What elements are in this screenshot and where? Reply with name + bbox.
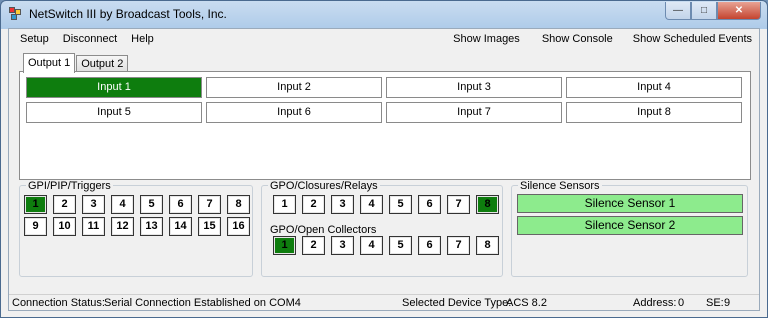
gpi-7-button[interactable]: 7: [198, 195, 221, 214]
gpi-16-button[interactable]: 16: [227, 217, 250, 236]
app-window: NetSwitch III by Broadcast Tools, Inc. —…: [0, 0, 768, 318]
gpi-14-button[interactable]: 14: [169, 217, 192, 236]
input-8-button[interactable]: Input 8: [566, 102, 742, 123]
address-label: Address:: [633, 297, 677, 309]
collector-5-button[interactable]: 5: [389, 236, 412, 255]
gpi-15-button[interactable]: 15: [198, 217, 221, 236]
gpi-10-button[interactable]: 10: [53, 217, 76, 236]
connection-status-label: Connection Status:: [12, 297, 105, 309]
gpi-1-button[interactable]: 1: [24, 195, 47, 214]
silence-sensors-label: Silence Sensors: [518, 180, 602, 192]
device-type-label: Selected Device Type:: [402, 297, 512, 309]
title-bar[interactable]: NetSwitch III by Broadcast Tools, Inc. —…: [1, 1, 767, 27]
collector-7-button[interactable]: 7: [447, 236, 470, 255]
window-title: NetSwitch III by Broadcast Tools, Inc.: [29, 7, 227, 21]
gpi-4-button[interactable]: 4: [111, 195, 134, 214]
relay-4-button[interactable]: 4: [360, 195, 383, 214]
app-logo-icon: [9, 7, 23, 21]
collector-6-button[interactable]: 6: [418, 236, 441, 255]
menu-show-scheduled-events[interactable]: Show Scheduled Events: [626, 29, 759, 49]
menu-show-images[interactable]: Show Images: [446, 29, 527, 49]
input-1-button[interactable]: Input 1: [26, 77, 202, 98]
collector-3-button[interactable]: 3: [331, 236, 354, 255]
gpi-3-button[interactable]: 3: [82, 195, 105, 214]
input-6-button[interactable]: Input 6: [206, 102, 382, 123]
gpi-group: GPI/PIP/Triggers 1 2 3 4 5 6 7 8 9 10 11 12 13 14 15 16: [19, 180, 253, 277]
gpi-9-button[interactable]: 9: [24, 217, 47, 236]
gpi-5-button[interactable]: 5: [140, 195, 163, 214]
collectors-group-label: GPO/Open Collectors: [268, 224, 379, 236]
collector-8-button[interactable]: 8: [476, 236, 499, 255]
gpi-13-button[interactable]: 13: [140, 217, 163, 236]
collector-2-button[interactable]: 2: [302, 236, 325, 255]
gpi-8-button[interactable]: 8: [227, 195, 250, 214]
menu-bar: Setup Disconnect Help Show Images Show C…: [9, 29, 759, 49]
relay-7-button[interactable]: 7: [447, 195, 470, 214]
input-4-button[interactable]: Input 4: [566, 77, 742, 98]
gpi-2-button[interactable]: 2: [53, 195, 76, 214]
collector-4-button[interactable]: 4: [360, 236, 383, 255]
gpi-12-button[interactable]: 12: [111, 217, 134, 236]
connection-status-value: Serial Connection Established on COM4: [104, 297, 301, 309]
tab-output-1[interactable]: Output 1: [23, 53, 76, 73]
se-label: SE:: [706, 297, 724, 309]
relay-2-button[interactable]: 2: [302, 195, 325, 214]
relay-8-button[interactable]: 8: [476, 195, 499, 214]
gpi-group-label: GPI/PIP/Triggers: [26, 180, 113, 192]
input-7-button[interactable]: Input 7: [386, 102, 562, 123]
gpi-11-button[interactable]: 11: [82, 217, 105, 236]
device-type-value: ACS 8.2: [506, 297, 547, 309]
silence-sensors-group: Silence Sensors Silence Sensor 1 Silence…: [511, 180, 748, 277]
minimize-button[interactable]: —: [665, 2, 691, 20]
menu-show-console[interactable]: Show Console: [535, 29, 620, 49]
silence-sensor-1: Silence Sensor 1: [517, 194, 743, 213]
relays-group-label: GPO/Closures/Relays: [268, 180, 380, 192]
tab-output-2[interactable]: Output 2: [76, 55, 129, 72]
input-grid: Input 1 Input 2 Input 3 Input 4 Input 5 Input…: [26, 77, 742, 123]
silence-sensor-2: Silence Sensor 2: [517, 216, 743, 235]
input-5-button[interactable]: Input 5: [26, 102, 202, 123]
relay-3-button[interactable]: 3: [331, 195, 354, 214]
input-2-button[interactable]: Input 2: [206, 77, 382, 98]
maximize-button[interactable]: □: [691, 2, 717, 20]
status-bar: Connection Status: Serial Connection Est…: [9, 294, 759, 311]
gpi-6-button[interactable]: 6: [169, 195, 192, 214]
collector-1-button[interactable]: 1: [273, 236, 296, 255]
client-area: Setup Disconnect Help Show Images Show C…: [8, 28, 760, 311]
input-3-button[interactable]: Input 3: [386, 77, 562, 98]
gpo-group: GPO/Closures/Relays 12345678 GPO/Open Co…: [261, 180, 503, 277]
relay-5-button[interactable]: 5: [389, 195, 412, 214]
output-tab-panel: Input 1 Input 2 Input 3 Input 4 Input 5 Input…: [19, 71, 751, 180]
menu-disconnect[interactable]: Disconnect: [56, 29, 124, 49]
address-value: 0: [678, 297, 685, 309]
output-tabs: Output 1 Output 2: [23, 52, 129, 73]
close-button[interactable]: ✕: [717, 2, 761, 20]
relay-6-button[interactable]: 6: [418, 195, 441, 214]
menu-help[interactable]: Help: [124, 29, 161, 49]
menu-setup[interactable]: Setup: [13, 29, 56, 49]
relay-1-button[interactable]: 1: [273, 195, 296, 214]
se-value: 9: [724, 297, 731, 309]
